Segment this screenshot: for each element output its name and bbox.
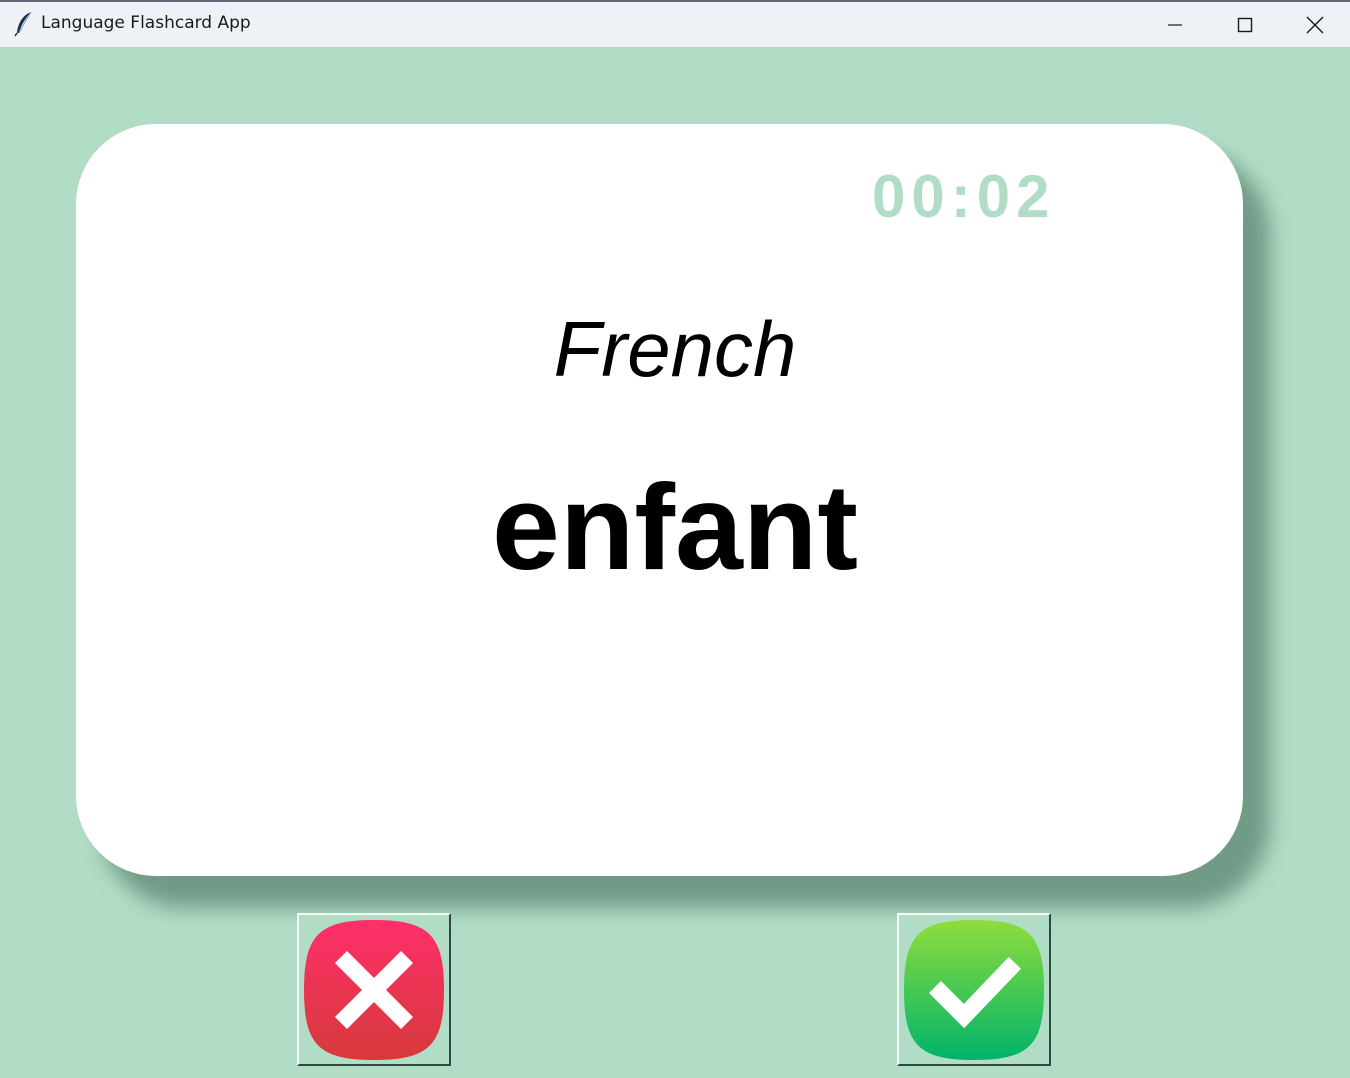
title-bar: Language Flashcard App [0, 2, 1350, 47]
feather-icon [14, 11, 32, 37]
close-icon [1306, 16, 1324, 33]
minimize-icon [1168, 23, 1182, 26]
right-button[interactable] [897, 913, 1051, 1066]
cross-icon [304, 919, 444, 1060]
card-language: French [553, 305, 797, 393]
checkmark-icon [904, 919, 1044, 1060]
card-word: enfant [492, 459, 858, 595]
minimize-button[interactable] [1140, 2, 1210, 47]
maximize-button[interactable] [1210, 2, 1280, 47]
app-window: Language Flashcard App 00:02 French enfa… [0, 0, 1350, 1078]
maximize-icon [1237, 17, 1253, 32]
window-title: Language Flashcard App [41, 13, 251, 33]
wrong-button[interactable] [297, 913, 451, 1066]
close-button[interactable] [1280, 2, 1350, 47]
timer-display: 00:02 [872, 163, 1056, 230]
